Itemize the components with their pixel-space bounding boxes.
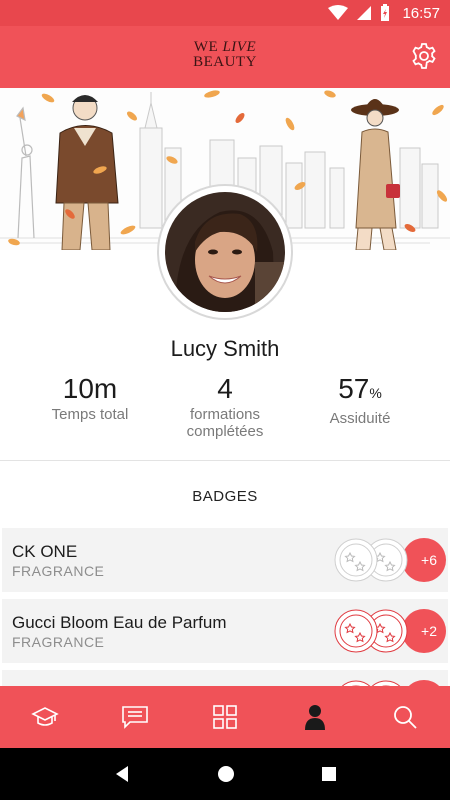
- chat-icon: [122, 706, 148, 729]
- avatar[interactable]: [157, 184, 293, 320]
- logo-text-we: WE: [193, 39, 219, 55]
- search-icon: [394, 706, 417, 729]
- stat-label-line2: complétées: [186, 423, 264, 440]
- more-badges-count: +6: [402, 538, 446, 582]
- profile-stats: 10m Temps total 4 formations complétées …: [0, 372, 450, 452]
- graduation-cap-icon: [31, 707, 59, 726]
- badge-category: FRAGRANCE: [12, 634, 105, 650]
- badge-row[interactable]: CK ONE FRAGRANCE +6: [2, 528, 448, 592]
- battery-icon: [381, 4, 390, 21]
- logo-text-beauty: BEAUTY: [193, 54, 257, 70]
- signal-icon: [357, 6, 372, 20]
- stat-value: 57%: [285, 372, 435, 410]
- stat-attendance: 57% Assiduité: [285, 372, 435, 427]
- stat-completed-trainings: 4 formations complétées: [150, 372, 300, 440]
- stat-label: Temps total: [51, 406, 129, 423]
- profile-screen: 16:57 WE LIVE BEAUTY Lucy Smith 10m Temp…: [0, 0, 450, 800]
- stat-number: 57: [338, 373, 370, 404]
- wifi-icon: [328, 5, 349, 20]
- status-bar: 16:57: [0, 0, 450, 26]
- logo-text-live: LIVE: [222, 39, 257, 55]
- badge-category: FRAGRANCE: [12, 563, 105, 579]
- nav-item-profile[interactable]: [270, 686, 360, 748]
- system-nav-bar: [0, 748, 450, 800]
- app-header: WE LIVE BEAUTY: [0, 26, 450, 88]
- badge-coins: +6: [334, 538, 446, 584]
- badge-coins: +2: [334, 609, 446, 655]
- user-name: Lucy Smith: [170, 336, 280, 361]
- nav-item-catalog[interactable]: [180, 686, 270, 748]
- home-icon[interactable]: [217, 765, 235, 783]
- app-logo: WE LIVE BEAUTY: [0, 40, 450, 70]
- badges-section-title: BADGES: [192, 488, 258, 505]
- recents-icon[interactable]: [321, 766, 337, 782]
- badge-product-name: CK ONE: [12, 542, 78, 561]
- avatar-photo: [165, 192, 285, 312]
- badge-product-name: Gucci Bloom Eau de Parfum: [12, 613, 227, 632]
- nav-item-messages[interactable]: [90, 686, 180, 748]
- profile-icon: [305, 705, 325, 730]
- settings-gear-icon[interactable]: [410, 42, 438, 70]
- stat-label: Assiduité: [329, 410, 391, 427]
- nav-item-search[interactable]: [360, 686, 450, 748]
- clock: 16:57: [402, 4, 440, 22]
- more-badges-count: +2: [402, 609, 446, 653]
- bottom-nav: [0, 686, 450, 748]
- stat-unit: %: [369, 385, 382, 401]
- stat-value: 10m: [62, 373, 118, 404]
- back-icon[interactable]: [113, 765, 131, 783]
- badge-coin-icon: [334, 609, 378, 653]
- divider: [0, 460, 450, 461]
- grid-icon: [213, 705, 237, 729]
- stat-value: 4: [217, 373, 233, 404]
- badge-coin-icon: [334, 538, 378, 582]
- stat-total-time: 10m Temps total: [15, 372, 165, 423]
- badge-row[interactable]: Gucci Bloom Eau de Parfum FRAGRANCE +2: [2, 599, 448, 663]
- stat-label-line1: formations: [189, 406, 261, 423]
- nav-item-trainings[interactable]: [0, 686, 90, 748]
